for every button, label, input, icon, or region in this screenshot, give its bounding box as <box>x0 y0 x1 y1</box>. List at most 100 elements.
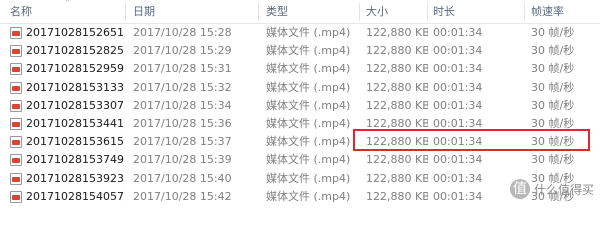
file-row[interactable]: 20171028152651_... 2017/10/28 15:28 媒体文件 (… <box>0 24 600 42</box>
file-type: 媒体文件 (.mp4) <box>266 189 351 203</box>
file-fps: 30 帧/秒 <box>531 116 575 130</box>
file-row[interactable]: 20171028153307_... 2017/10/28 15:34 媒体文件 (… <box>0 97 600 115</box>
column-header-name[interactable]: 名称 <box>10 0 32 24</box>
column-header-fps[interactable]: 帧速率 <box>531 0 564 24</box>
file-name: 20171028153923_... <box>26 171 124 185</box>
file-name: 20171028153615_... <box>26 135 124 149</box>
file-row[interactable]: 20171028153441_... 2017/10/28 15:36 媒体文件 (… <box>0 115 600 133</box>
file-duration: 00:01:34 <box>433 80 483 94</box>
file-type: 媒体文件 (.mp4) <box>266 26 351 39</box>
column-divider[interactable] <box>524 3 525 21</box>
file-fps: 30 帧/秒 <box>531 135 575 149</box>
video-file-icon <box>10 117 22 130</box>
file-type: 媒体文件 (.mp4) <box>266 62 351 76</box>
file-duration: 00:01:34 <box>433 44 483 58</box>
file-size: 122,880 KB <box>366 189 428 203</box>
file-type: 媒体文件 (.mp4) <box>266 135 351 149</box>
file-name: 20171028153133_... <box>26 80 124 94</box>
video-file-icon <box>10 99 22 112</box>
video-file-icon <box>10 136 22 149</box>
file-name: 20171028153441_... <box>26 116 124 130</box>
column-header-size[interactable]: 大小 <box>366 0 388 24</box>
file-duration: 00:01:34 <box>433 153 483 167</box>
file-fps: 30 帧/秒 <box>531 80 575 94</box>
file-date: 2017/10/28 15:39 <box>133 153 232 167</box>
file-type: 媒体文件 (.mp4) <box>266 153 351 167</box>
file-size: 122,880 KB <box>366 171 428 185</box>
file-date: 2017/10/28 15:28 <box>133 26 232 39</box>
file-type: 媒体文件 (.mp4) <box>266 44 351 58</box>
file-date: 2017/10/28 15:29 <box>133 44 232 58</box>
watermark-logo: 值 <box>509 179 530 199</box>
column-divider[interactable] <box>258 3 259 21</box>
file-row[interactable]: 20171028152959_... 2017/10/28 15:31 媒体文件 (… <box>0 60 600 78</box>
file-name: 20171028154057_... <box>26 189 124 203</box>
file-size: 122,880 KB <box>366 44 428 58</box>
video-file-icon <box>10 154 22 167</box>
file-date: 2017/10/28 15:32 <box>133 80 232 94</box>
file-fps: 30 帧/秒 <box>531 98 575 112</box>
file-duration: 00:01:34 <box>433 135 483 149</box>
file-duration: 00:01:34 <box>433 116 483 130</box>
file-name: 20171028153749_... <box>26 153 124 167</box>
sort-up-icon: ⌃ <box>64 0 71 7</box>
file-size: 122,880 KB <box>366 26 428 39</box>
video-file-icon-shape <box>10 63 22 76</box>
file-size: 122,880 KB <box>366 62 428 76</box>
file-type: 媒体文件 (.mp4) <box>266 116 351 130</box>
file-duration: 00:01:34 <box>433 26 483 39</box>
file-date: 2017/10/28 15:34 <box>133 98 232 112</box>
watermark: 值 什么值得买 <box>486 178 594 200</box>
column-header-date[interactable]: 日期 <box>133 0 155 24</box>
video-file-icon-shape <box>10 45 22 58</box>
file-row[interactable]: 20171028153615_... 2017/10/28 15:37 媒体文件 (… <box>0 133 600 151</box>
video-file-icon-shape <box>10 136 22 149</box>
file-size: 122,880 KB <box>366 135 428 149</box>
column-header-duration[interactable]: 时长 <box>433 0 455 24</box>
file-row[interactable]: 20171028153133_... 2017/10/28 15:32 媒体文件 (… <box>0 79 600 97</box>
file-duration: 00:01:34 <box>433 98 483 112</box>
file-size: 122,880 KB <box>366 80 428 94</box>
column-divider[interactable] <box>125 3 126 21</box>
video-file-icon-shape <box>10 81 22 94</box>
file-name: 20171028152959_... <box>26 62 124 76</box>
video-file-icon <box>10 27 22 39</box>
file-name: 20171028153307_... <box>26 98 124 112</box>
file-type: 媒体文件 (.mp4) <box>266 80 351 94</box>
column-header-type[interactable]: 类型 <box>266 0 288 24</box>
file-date: 2017/10/28 15:42 <box>133 189 232 203</box>
file-type: 媒体文件 (.mp4) <box>266 98 351 112</box>
column-divider[interactable] <box>359 3 360 21</box>
file-size: 122,880 KB <box>366 98 428 112</box>
video-file-icon <box>10 190 22 203</box>
file-fps: 30 帧/秒 <box>531 153 575 167</box>
file-explorer: 名称 ⌃ 日期 类型 大小 时长 帧速率 20171028152651_...2… <box>0 0 600 206</box>
video-file-icon <box>10 172 22 185</box>
video-file-icon-shape <box>10 190 22 203</box>
watermark-text: 什么值得买 <box>533 182 594 197</box>
video-file-icon-shape <box>10 172 22 185</box>
video-file-icon <box>10 63 22 76</box>
video-file-icon-shape <box>10 117 22 130</box>
file-date: 2017/10/28 15:37 <box>133 135 232 149</box>
file-fps: 30 帧/秒 <box>531 26 575 39</box>
video-file-icon-shape <box>10 154 22 167</box>
video-file-icon <box>10 81 22 94</box>
file-name: 20171028152825_... <box>26 44 124 58</box>
file-size: 122,880 KB <box>366 116 428 130</box>
column-divider[interactable] <box>427 3 428 21</box>
file-name: 20171028152651_... <box>26 26 124 39</box>
file-date: 2017/10/28 15:40 <box>133 171 232 185</box>
file-row[interactable]: 20171028152825_... 2017/10/28 15:29 媒体文件 (… <box>0 42 600 60</box>
file-duration: 00:01:34 <box>433 62 483 76</box>
video-file-icon <box>10 45 22 58</box>
file-size: 122,880 KB <box>366 153 428 167</box>
column-header-row: 名称 ⌃ 日期 类型 大小 时长 帧速率 <box>0 0 600 24</box>
file-fps: 30 帧/秒 <box>531 62 575 76</box>
file-row[interactable]: 20171028153749_... 2017/10/28 15:39 媒体文件 (… <box>0 151 600 169</box>
file-type: 媒体文件 (.mp4) <box>266 171 351 185</box>
file-fps: 30 帧/秒 <box>531 44 575 58</box>
video-file-icon-shape <box>10 99 22 112</box>
file-date: 2017/10/28 15:31 <box>133 62 232 76</box>
video-file-icon-shape <box>10 27 22 39</box>
